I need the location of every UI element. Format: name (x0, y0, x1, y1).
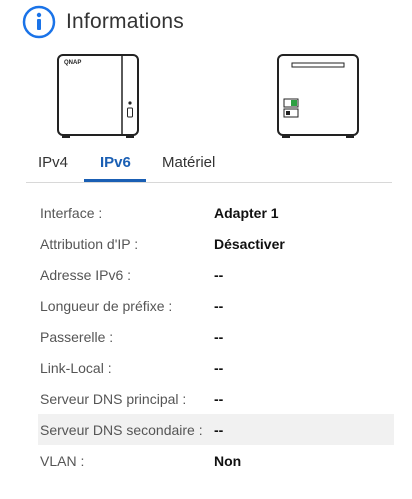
row-label: Passerelle : (40, 329, 114, 345)
row-label: Adresse IPv6 : (40, 267, 132, 283)
tab-ipv6[interactable]: IPv6 (100, 154, 131, 171)
table-row: Serveur DNS principal : -- (38, 383, 394, 414)
row-label: VLAN : (40, 453, 85, 469)
row-value: -- (214, 391, 224, 407)
nas-back-icon (277, 54, 359, 138)
row-label: Serveur DNS secondaire : (40, 422, 203, 438)
info-table: Interface : Adapter 1 Attribution d'IP :… (38, 197, 394, 476)
row-value: -- (214, 298, 224, 314)
table-row: Link-Local : -- (38, 352, 394, 383)
row-value: -- (214, 422, 224, 438)
table-row: Adresse IPv6 : -- (38, 259, 394, 290)
table-row: Attribution d'IP : Désactiver (38, 228, 394, 259)
row-label: Serveur DNS principal : (40, 391, 187, 407)
table-row: Interface : Adapter 1 (38, 197, 394, 228)
row-label: Attribution d'IP : (40, 236, 139, 252)
brand-logo: QNAP (64, 60, 81, 66)
row-value: -- (214, 360, 224, 376)
row-value: Adapter 1 (214, 205, 279, 221)
page-title: Informations (66, 10, 184, 33)
nas-front-icon: QNAP (57, 54, 139, 138)
row-label: Longueur de préfixe : (40, 298, 173, 314)
info-icon (22, 5, 56, 39)
table-row: VLAN : Non (38, 445, 394, 476)
row-label: Interface : (40, 205, 103, 221)
row-label: Link-Local : (40, 360, 112, 376)
tab-bar: IPv4 IPv6 Matériel (26, 146, 392, 183)
row-value: -- (214, 267, 224, 283)
panel-header: Informations (22, 4, 184, 40)
row-value: -- (214, 329, 224, 345)
tab-ipv4[interactable]: IPv4 (38, 154, 68, 171)
active-tab-indicator (84, 179, 146, 182)
tab-materiel[interactable]: Matériel (162, 154, 215, 171)
table-row: Passerelle : -- (38, 321, 394, 352)
row-value: Non (214, 453, 242, 469)
table-row: Serveur DNS secondaire : -- (38, 414, 394, 445)
row-value: Désactiver (214, 236, 285, 252)
table-row: Longueur de préfixe : -- (38, 290, 394, 321)
